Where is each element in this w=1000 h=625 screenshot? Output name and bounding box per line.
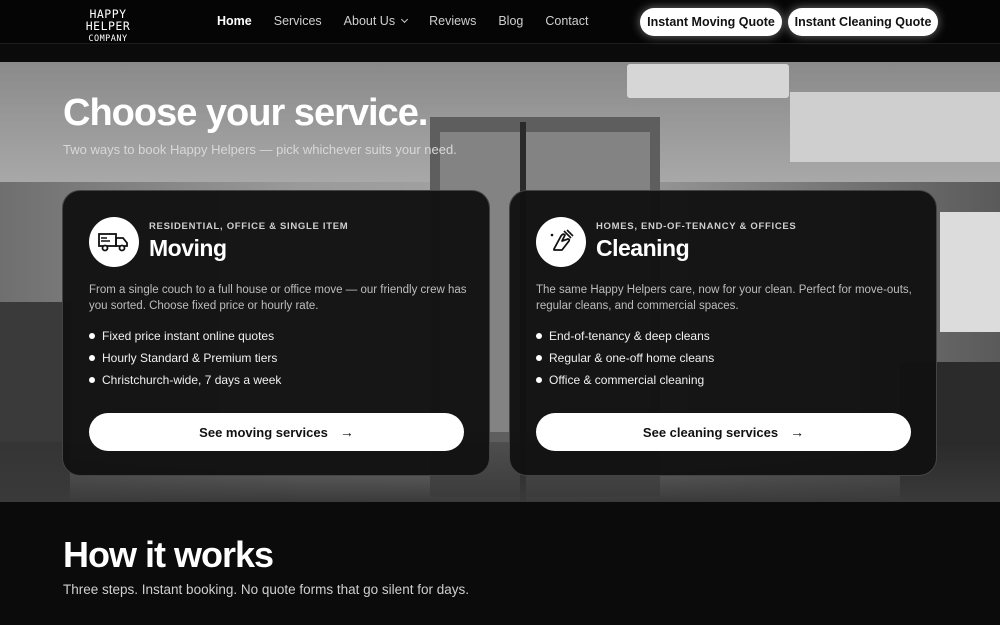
see-moving-services-button[interactable]: See moving services → xyxy=(89,413,464,451)
chevron-down-icon xyxy=(401,15,409,24)
feature-item: Christchurch-wide, 7 days a week xyxy=(89,373,281,395)
see-cleaning-services-label: See cleaning services xyxy=(642,424,779,440)
arrow-right-icon: → xyxy=(790,424,805,440)
nav-links: Home Services About Us Reviews Blog Cont… xyxy=(217,14,610,28)
nav-link-contact[interactable]: Contact xyxy=(545,14,588,28)
see-cleaning-services-button[interactable]: See cleaning services → xyxy=(536,413,911,451)
cleaning-card-title: Cleaning xyxy=(596,235,690,261)
brand-logo-line1: HAPPY HELPER xyxy=(85,7,131,33)
moving-card-title: Moving xyxy=(149,235,227,261)
feature-item: Fixed price instant online quotes xyxy=(89,329,281,351)
cleaning-card-description: The same Happy Helpers care, now for you… xyxy=(536,284,912,312)
how-it-works-subtitle: Three steps. Instant booking. No quote f… xyxy=(63,582,469,597)
brand-logo[interactable]: HAPPY HELPER COMPANY xyxy=(66,7,150,44)
cleaning-hand-icon xyxy=(536,217,586,267)
instant-moving-quote-button[interactable]: Instant Moving Quote xyxy=(640,8,782,36)
moving-service-card: RESIDENTIAL, OFFICE & SINGLE ITEM Moving… xyxy=(62,190,490,476)
cleaning-feature-list: End-of-tenancy & deep cleans Regular & o… xyxy=(536,329,714,395)
moving-truck-icon xyxy=(89,217,139,267)
top-navigation: HAPPY HELPER COMPANY Home Services About… xyxy=(0,0,1000,44)
feature-item: Regular & one-off home cleans xyxy=(536,351,714,373)
nav-link-services[interactable]: Services xyxy=(274,14,322,28)
nav-link-reviews[interactable]: Reviews xyxy=(429,14,476,28)
cleaning-card-kicker: HOMES, END-OF-TENANCY & OFFICES xyxy=(596,221,797,232)
instant-cleaning-quote-button[interactable]: Instant Cleaning Quote xyxy=(788,8,938,36)
hero-subtitle: Two ways to book Happy Helpers — pick wh… xyxy=(63,142,457,157)
nav-link-about-us[interactable]: About Us xyxy=(343,14,409,28)
see-moving-services-label: See moving services xyxy=(199,424,328,440)
moving-card-description: From a single couch to a full house or o… xyxy=(89,284,467,312)
feature-item: Hourly Standard & Premium tiers xyxy=(89,351,281,373)
feature-item: Office & commercial cleaning xyxy=(536,373,714,395)
brand-logo-line2: COMPANY xyxy=(88,34,128,44)
how-it-works-title: How it works xyxy=(63,534,274,575)
hero-section: Choose your service. Two ways to book Ha… xyxy=(0,62,1000,502)
feature-item: End-of-tenancy & deep cleans xyxy=(536,329,714,351)
nav-link-about-us-label: About Us xyxy=(343,14,396,28)
nav-link-home[interactable]: Home xyxy=(217,14,252,28)
moving-feature-list: Fixed price instant online quotes Hourly… xyxy=(89,329,281,395)
arrow-right-icon: → xyxy=(339,424,354,440)
moving-card-kicker: RESIDENTIAL, OFFICE & SINGLE ITEM xyxy=(149,221,349,232)
nav-link-blog[interactable]: Blog xyxy=(498,14,523,28)
how-it-works-section: How it works Three steps. Instant bookin… xyxy=(0,502,1000,625)
cleaning-service-card: HOMES, END-OF-TENANCY & OFFICES Cleaning… xyxy=(509,190,937,476)
hero-title: Choose your service. xyxy=(63,92,428,134)
